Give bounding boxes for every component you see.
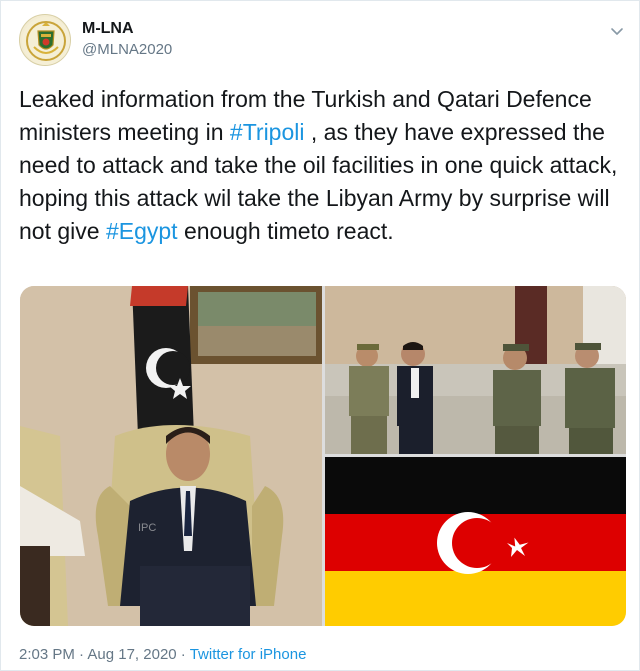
- tweet-card: M-LNA @MLNA2020 Leaked information from …: [0, 0, 640, 671]
- meta-separator: ·: [74, 646, 88, 663]
- tweet-text-segment: enough timeto react.: [177, 218, 394, 244]
- tweet-text: Leaked information from the Turkish and …: [19, 83, 625, 248]
- photo-flag-composite[interactable]: [325, 457, 626, 626]
- avatar[interactable]: [19, 14, 71, 66]
- meta-separator: ·: [176, 646, 190, 663]
- hashtag-link-egypt[interactable]: #Egypt: [106, 218, 178, 244]
- photo-officers[interactable]: [325, 286, 626, 454]
- photo-meeting-left[interactable]: IPC: [20, 286, 322, 626]
- hashtag-link-tripoli[interactable]: #Tripoli: [230, 119, 305, 145]
- tweet-menu-button[interactable]: [605, 19, 629, 43]
- svg-text:IPC: IPC: [138, 522, 156, 534]
- emblem-icon: [22, 17, 70, 65]
- tweet-date[interactable]: Aug 17, 2020: [87, 646, 176, 663]
- media-grid: IPC: [20, 286, 626, 626]
- chevron-down-icon: [611, 28, 623, 35]
- author-name[interactable]: M-LNA: [82, 20, 134, 38]
- tweet-source-link[interactable]: Twitter for iPhone: [190, 646, 307, 663]
- author-handle[interactable]: @MLNA2020: [82, 41, 172, 58]
- tweet-time[interactable]: 2:03 PM: [19, 646, 75, 663]
- tweet-meta: 2:03 PM · Aug 17, 2020 · Twitter for iPh…: [19, 646, 306, 663]
